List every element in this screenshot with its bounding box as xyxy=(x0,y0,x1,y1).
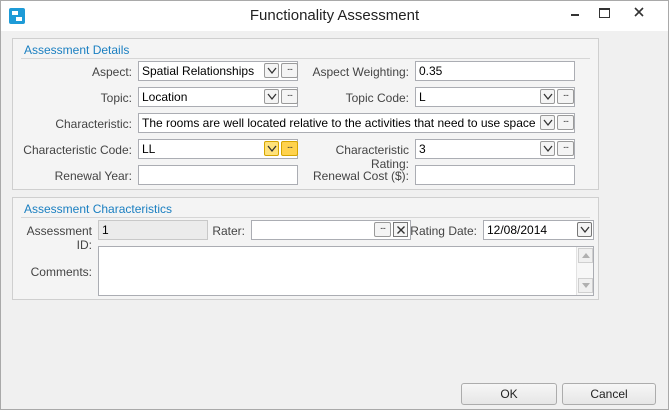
topic-code-label: Topic Code: xyxy=(345,91,409,105)
rating-date-label: Rating Date: xyxy=(410,224,477,238)
characteristic-rating-label: Characteristic Rating: xyxy=(335,143,409,171)
rating-date-dropdown-button[interactable] xyxy=(577,222,592,237)
assessment-id-label: Assessment ID: xyxy=(26,224,92,252)
comments-textarea[interactable] xyxy=(98,246,594,296)
aspect-label: Aspect: xyxy=(91,65,132,79)
scroll-down-icon[interactable] xyxy=(578,278,593,293)
renewal-cost-input[interactable] xyxy=(415,165,575,185)
close-icon[interactable] xyxy=(615,1,663,23)
aspect-browse-button[interactable]: ... xyxy=(281,63,298,78)
rater-label: Rater: xyxy=(212,224,245,238)
rater-browse-button[interactable]: ... xyxy=(374,222,391,237)
topic-code-dropdown-button[interactable] xyxy=(540,89,555,104)
group-divider xyxy=(21,217,590,218)
functionality-assessment-dialog: Functionality Assessment Assessment Deta… xyxy=(0,0,669,410)
characteristic-combobox[interactable]: The rooms are well located relative to t… xyxy=(138,113,575,133)
cancel-button[interactable]: Cancel xyxy=(562,383,656,405)
aspect-weighting-input[interactable]: 0.35 xyxy=(415,61,575,81)
assessment-id-field: 1 xyxy=(98,220,208,240)
characteristic-label: Characteristic: xyxy=(55,117,132,131)
aspect-weighting-label: Aspect Weighting: xyxy=(312,65,410,79)
aspect-dropdown-button[interactable] xyxy=(264,63,279,78)
characteristic-dropdown-button[interactable] xyxy=(540,115,555,130)
characteristic-rating-browse-button[interactable]: ... xyxy=(557,141,574,156)
group-divider xyxy=(21,58,590,59)
title-bar: Functionality Assessment xyxy=(1,1,668,31)
renewal-year-label: Renewal Year: xyxy=(54,169,132,183)
topic-code-browse-button[interactable]: ... xyxy=(557,89,574,104)
group-title: Assessment Characteristics xyxy=(24,202,173,216)
comments-label: Comments: xyxy=(30,265,92,279)
comments-scrollbar[interactable] xyxy=(576,247,593,295)
characteristic-rating-dropdown-button[interactable] xyxy=(540,141,555,156)
topic-browse-button[interactable]: ... xyxy=(281,89,298,104)
characteristic-code-label: Characteristic Code: xyxy=(23,143,132,157)
topic-label: Topic: xyxy=(100,91,132,105)
characteristic-code-dropdown-button[interactable] xyxy=(264,141,279,156)
renewal-cost-label: Renewal Cost ($): xyxy=(312,169,409,183)
ok-button[interactable]: OK xyxy=(461,383,557,405)
scroll-up-icon[interactable] xyxy=(578,248,593,263)
renewal-year-input[interactable] xyxy=(138,165,298,185)
characteristic-browse-button[interactable]: ... xyxy=(557,115,574,130)
topic-dropdown-button[interactable] xyxy=(264,89,279,104)
group-title: Assessment Details xyxy=(24,43,130,57)
minimize-icon[interactable] xyxy=(561,1,591,23)
